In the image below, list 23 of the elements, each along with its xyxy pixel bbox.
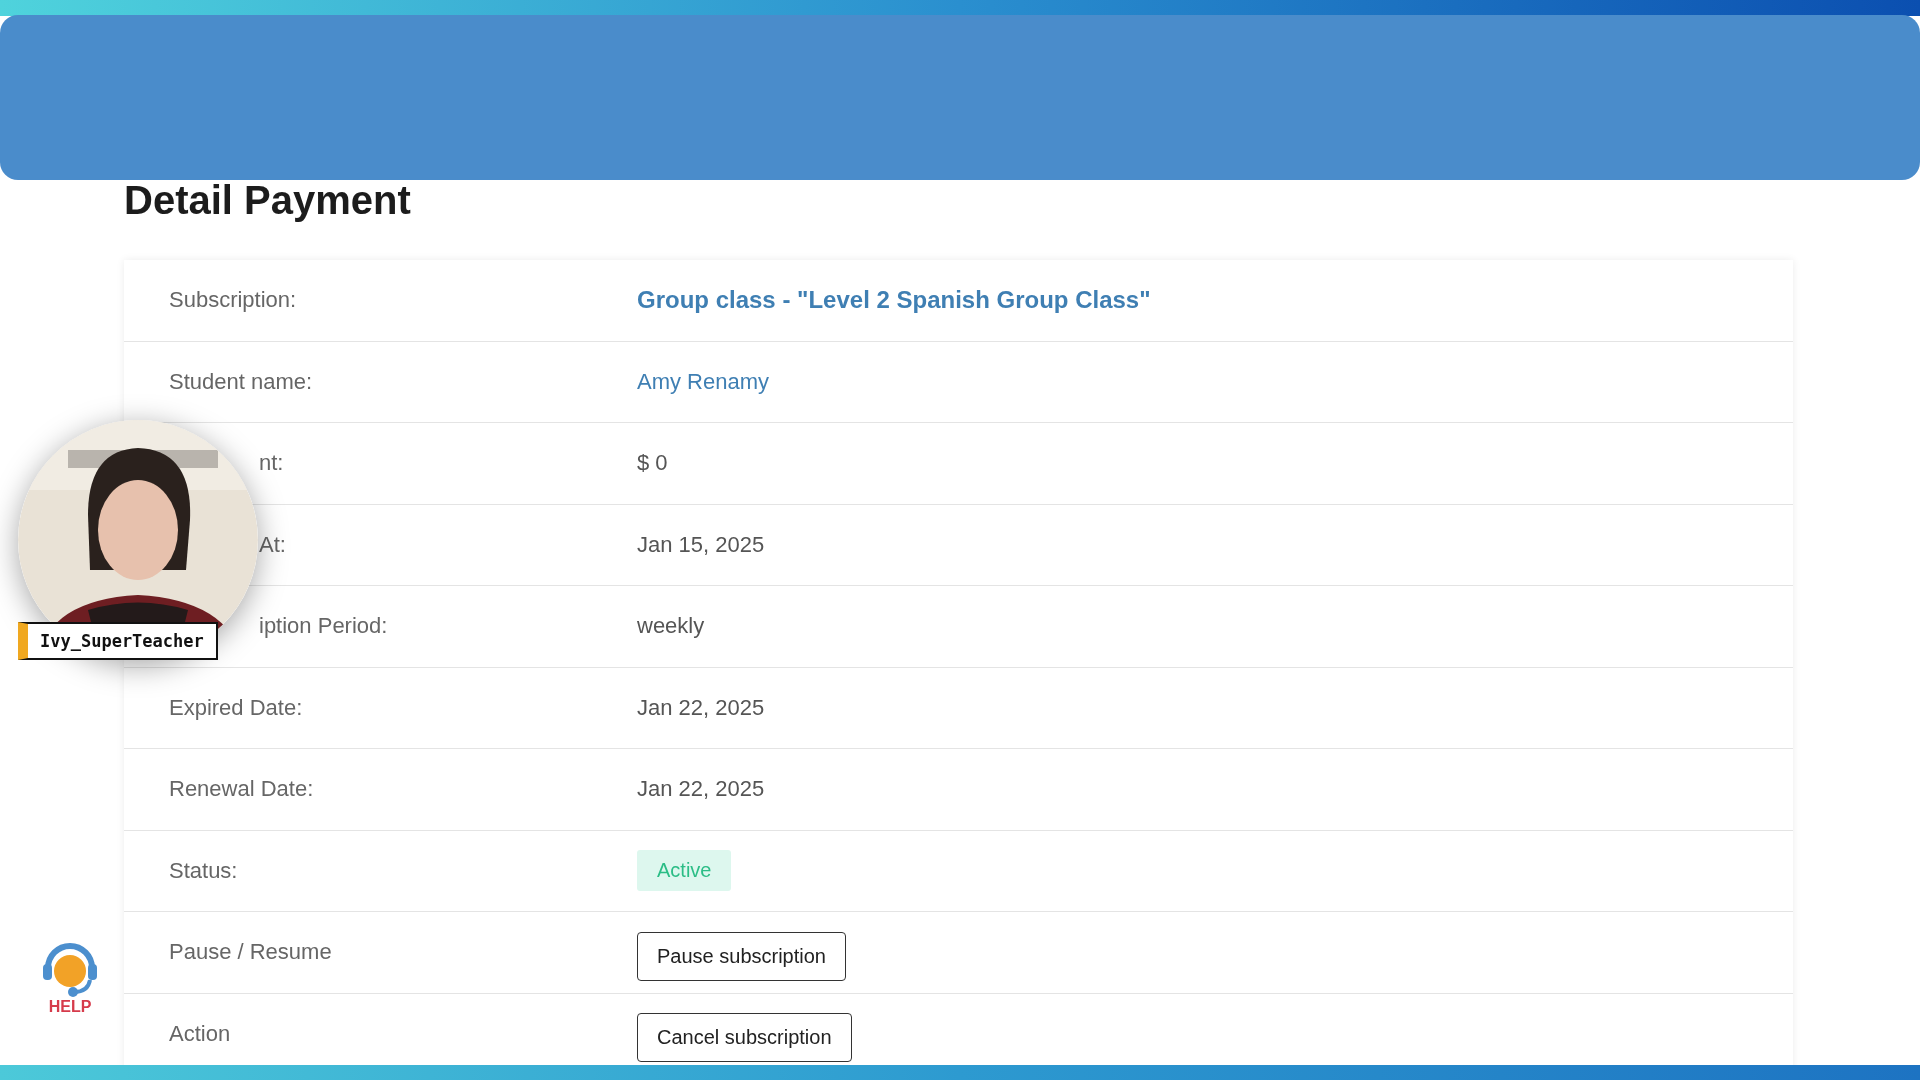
help-label[interactable]: HELP [48, 998, 92, 1016]
student-link[interactable]: Amy Renamy [637, 368, 770, 394]
field-label: At: [258, 531, 287, 558]
field-value: $ 0 [637, 450, 668, 476]
field-label: nt: [258, 450, 285, 477]
action-button[interactable]: Pause subscription [637, 931, 846, 981]
field-label: iption Period: [258, 613, 389, 640]
field-value: Jan 22, 2025 [637, 776, 765, 802]
field-label: Subscription: [168, 287, 298, 314]
participant-name: Ivy_SuperTeacher [40, 631, 204, 651]
field-label: Student name: [168, 368, 314, 395]
field-label: Status: [168, 857, 239, 884]
page-title: Detail Payment [124, 177, 412, 224]
field-label: Action [168, 1020, 232, 1047]
field-label: Renewal Date: [168, 776, 315, 803]
field-value: weekly [637, 613, 705, 639]
subscription-link[interactable]: Group class - "Level 2 Spanish Group Class" [637, 286, 1151, 314]
field-value: Jan 15, 2025 [637, 531, 765, 557]
action-button[interactable]: Cancel subscription [637, 1013, 852, 1063]
field-value: Jan 22, 2025 [637, 694, 765, 720]
status-badge: Active [637, 850, 732, 892]
field-label: Pause / Resume [168, 939, 333, 966]
field-label: Expired Date: [168, 694, 304, 721]
